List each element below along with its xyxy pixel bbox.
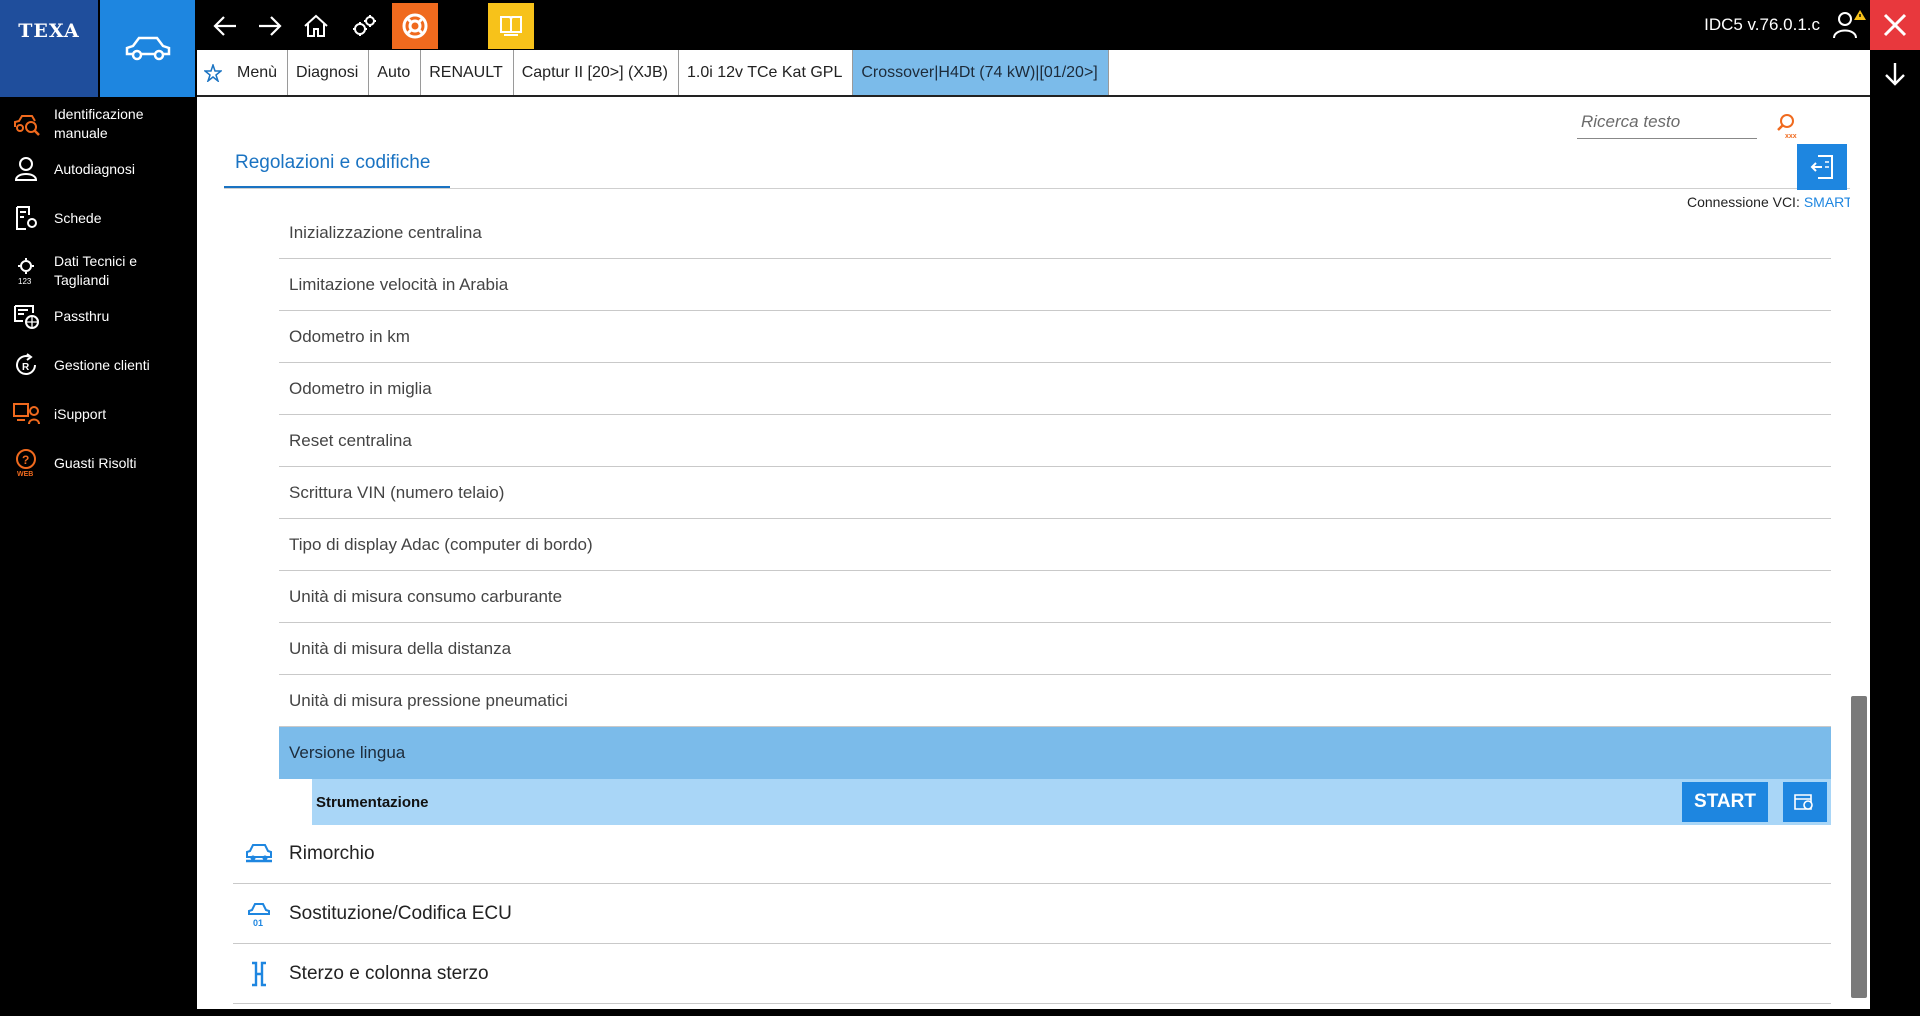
home-icon[interactable] [296,6,336,46]
main-panel: xxx Regolazioni e codifiche Connessione … [197,97,1870,1009]
back-arrow-icon[interactable] [205,6,245,46]
svg-text:WEB: WEB [17,471,33,477]
breadcrumb: Menù Diagnosi Auto RENAULT Captur II [20… [197,50,1870,97]
arrow-down-icon [1885,62,1905,86]
sidebar: Identificazione manuale Autodiagnosi Sch… [0,97,195,1016]
list-item-selected[interactable]: Versione lingua [279,727,1831,779]
settings-gears-icon[interactable] [345,6,385,46]
support-icon [12,400,40,428]
tab-regolazioni[interactable]: Regolazioni e codifiche [235,152,430,174]
search-icon[interactable]: xxx [1775,113,1797,140]
gear-123-icon: 123 [12,257,40,285]
lifebuoy-icon[interactable] [392,3,438,49]
list-item[interactable]: Limitazione velocità in Arabia [279,259,1831,311]
breadcrumb-item[interactable]: Auto [369,50,422,95]
category-list: Rimorchio 01 Sostituzione/Codifica ECU S… [233,824,1831,1004]
favorite-star-icon[interactable] [197,50,229,95]
ecu-replace-icon: 01 [241,896,277,932]
category-item-sterzo[interactable]: Sterzo e colonna sterzo [233,944,1831,1004]
ecu-subrow[interactable]: Strumentazione START [312,779,1831,825]
list-item[interactable]: Reset centralina [279,415,1831,467]
list-item[interactable]: Odometro in km [279,311,1831,363]
list-item[interactable]: Inizializzazione centralina [279,207,1831,259]
sidebar-item-passthru[interactable]: Passthru [0,302,195,330]
download-button[interactable] [1870,50,1920,97]
category-item-sostituzione-ecu[interactable]: 01 Sostituzione/Codifica ECU [233,884,1831,944]
svg-text:?: ? [22,453,29,467]
close-icon [1883,13,1907,37]
sidebar-item-label: Autodiagnosi [54,160,135,177]
sidebar-item-label: iSupport [54,405,107,422]
sidebar-item-label: Dati Tecnici e Tagliandi [54,253,138,288]
sidebar-item-autodiagnosi[interactable]: Autodiagnosi [0,155,195,183]
ecu-info-icon [1794,794,1813,810]
list-item[interactable]: Unità di misura pressione pneumatici [279,675,1831,727]
sidebar-item-label: Guasti Risolti [54,454,137,471]
sidebar-item-guasti-risolti[interactable]: ? WEB Guasti Risolti [0,449,195,477]
sidebar-item-label: Passthru [54,307,110,324]
list-item[interactable]: Unità di misura della distanza [279,623,1831,675]
user-account-icon[interactable] [1830,8,1866,44]
sidebar-item-isupport[interactable]: iSupport [0,400,195,428]
list-item[interactable]: Odometro in miglia [279,363,1831,415]
sidebar-item-label: Identificazione manuale [54,106,144,141]
app-window: IDC5 v.76.0.1.c TEXA Menù Diagnosi Auto … [0,0,1920,1016]
app-version: IDC5 v.76.0.1.c [1704,15,1820,34]
list-item[interactable]: Unità di misura consumo carburante [279,571,1831,623]
category-label: Rimorchio [289,842,375,864]
sidebar-item-schede[interactable]: Schede [0,204,195,232]
breadcrumb-item[interactable]: Diagnosi [288,50,370,95]
exit-door-icon [1810,155,1833,179]
category-label: Sostituzione/Codifica ECU [289,902,512,924]
list-item[interactable]: Scrittura VIN (numero telaio) [279,467,1831,519]
category-item-rimorchio[interactable]: Rimorchio [233,824,1831,884]
sidebar-item-identificazione[interactable]: Identificazione manuale [0,105,195,143]
car-icon [125,36,170,60]
steering-icon [241,956,277,992]
sidebar-item-label: Schede [54,209,102,226]
breadcrumb-item[interactable]: Menù [229,50,289,95]
start-button[interactable]: START [1682,782,1768,822]
breadcrumb-item-current[interactable]: Crossover|H4Dt (74 kW)|[01/20>] [853,50,1109,95]
ecu-info-button[interactable] [1783,782,1827,822]
function-list: Inizializzazione centralina Limitazione … [279,207,1831,825]
person-icon [12,155,40,183]
breadcrumb-item[interactable]: 1.0i 12v TCe Kat GPL [679,50,854,95]
document-gear-icon [12,204,40,232]
search-input[interactable] [1577,107,1757,137]
search-field[interactable] [1577,107,1757,139]
tab-divider [224,188,1870,189]
texa-logo: TEXA [0,0,98,97]
forward-arrow-icon[interactable] [250,6,290,46]
sidebar-item-gestione-clienti[interactable]: R Gestione clienti [0,351,195,379]
exit-button[interactable] [1797,144,1847,190]
sidebar-item-label: Gestione clienti [54,356,150,373]
vehicle-mode-tile[interactable] [100,0,195,97]
passthru-globe-icon [12,302,40,330]
list-item[interactable]: Tipo di display Adac (computer di bordo) [279,519,1831,571]
web-question-icon: ? WEB [12,449,40,477]
breadcrumb-item[interactable]: RENAULT [421,50,514,95]
trailer-icon [241,836,277,872]
car-search-icon [12,110,40,138]
close-button[interactable] [1870,0,1920,50]
manual-book-icon[interactable] [488,3,534,49]
category-label: Sterzo e colonna sterzo [289,962,489,984]
ecu-label: Strumentazione [316,793,429,811]
scrollbar-thumb[interactable] [1851,696,1867,998]
svg-text:R: R [22,362,30,373]
svg-text:01: 01 [253,918,263,928]
sidebar-item-dati-tecnici[interactable]: 123 Dati Tecnici e Tagliandi [0,252,195,290]
top-bar: IDC5 v.76.0.1.c [0,0,1920,86]
breadcrumb-item[interactable]: Captur II [20>] (XJB) [514,50,679,95]
svg-text:123: 123 [18,277,32,285]
svg-text:xxx: xxx [1785,133,1797,139]
customer-cycle-icon: R [12,351,40,379]
